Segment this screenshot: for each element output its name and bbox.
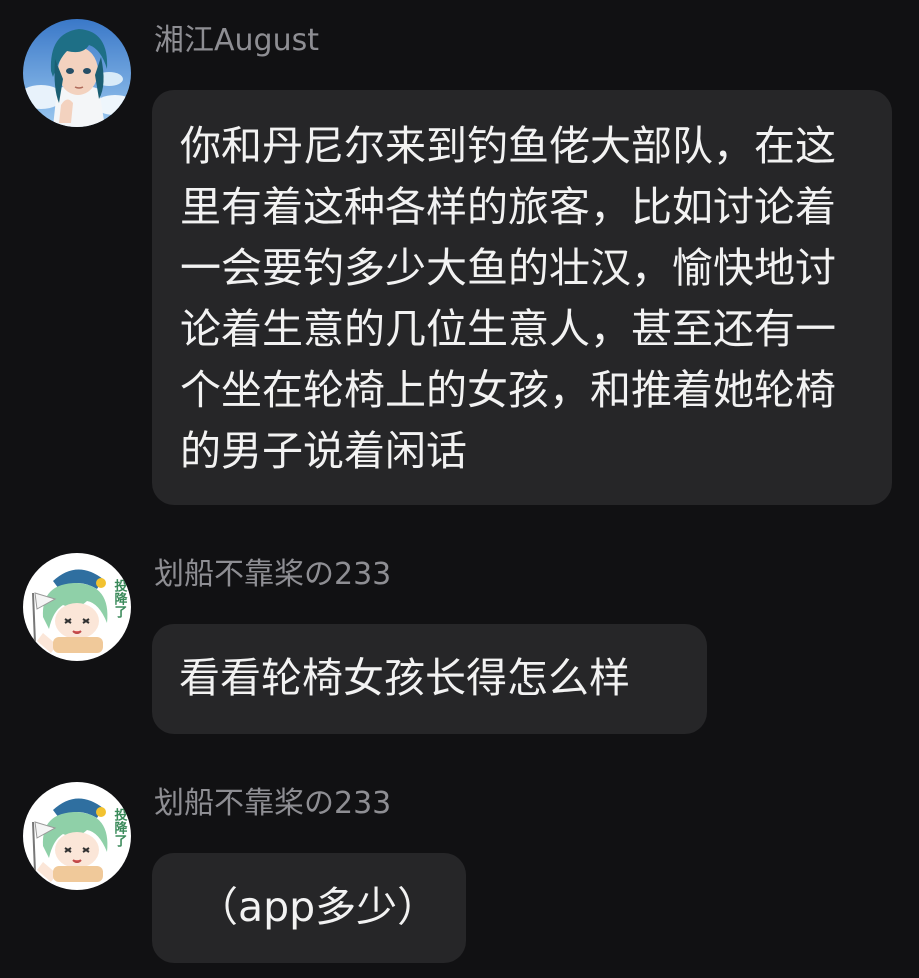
avatar-sign-text: 投降了 bbox=[112, 807, 128, 848]
anime-boy-avatar-icon bbox=[23, 19, 131, 127]
avatar-sign-text: 投降了 bbox=[112, 578, 128, 619]
message-bubble[interactable]: 你和丹尼尔来到钓鱼佬大部队，在这里有着这种各样的旅客，比如讨论着一会要钓多少大鱼… bbox=[152, 90, 892, 505]
message-bubble[interactable]: （app多少） bbox=[152, 853, 466, 963]
anime-girl-surrender-sticker-icon: 投降了 bbox=[23, 553, 131, 661]
sender-name: 划船不靠桨の233 bbox=[154, 786, 392, 821]
user-avatar[interactable]: 投降了 bbox=[23, 553, 131, 661]
message-bubble[interactable]: 看看轮椅女孩长得怎么样 bbox=[152, 624, 707, 734]
anime-girl-surrender-sticker-icon: 投降了 bbox=[23, 782, 131, 890]
sender-name: 划船不靠桨の233 bbox=[154, 557, 392, 592]
sender-name: 湘江August bbox=[154, 23, 319, 58]
user-avatar[interactable] bbox=[23, 19, 131, 127]
user-avatar[interactable]: 投降了 bbox=[23, 782, 131, 890]
